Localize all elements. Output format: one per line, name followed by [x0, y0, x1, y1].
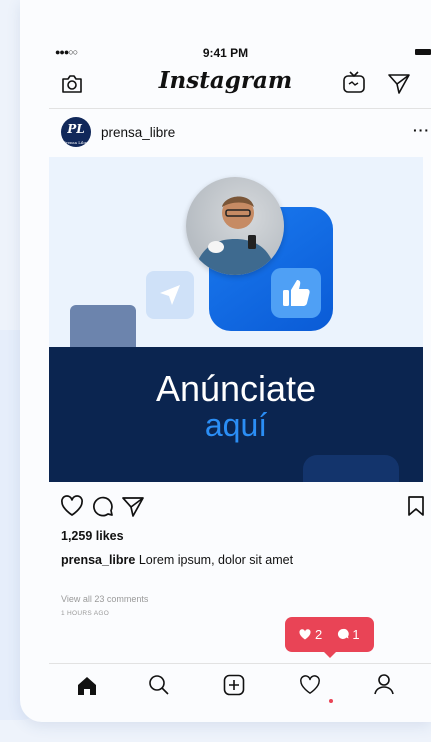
- ad-subline: aquí: [204, 407, 268, 443]
- likes-count[interactable]: 1,259 likes: [61, 529, 124, 543]
- ad-headline: Anúnciate: [155, 368, 317, 409]
- person-photo: [186, 177, 284, 275]
- notification-comments-count: 1: [352, 627, 360, 642]
- comment-icon[interactable]: [91, 495, 115, 522]
- bottom-tab-bar: [49, 664, 431, 704]
- avatar[interactable]: PL Prensa Libre: [61, 117, 91, 147]
- cursor-tile: [146, 271, 194, 319]
- profile-icon[interactable]: [373, 673, 395, 700]
- post-timestamp: 1 HOURS AGO: [61, 610, 110, 617]
- app-logo: Instagram: [158, 67, 293, 94]
- post-actions: [49, 492, 431, 522]
- activity-dot: [329, 699, 333, 703]
- heart-icon: [299, 629, 311, 640]
- add-icon[interactable]: [223, 674, 245, 701]
- direct-icon[interactable]: [387, 71, 411, 100]
- avatar-text: PL: [67, 122, 85, 136]
- like-icon[interactable]: [60, 495, 84, 522]
- status-bar: ●●●○○ 9:41 PM: [20, 42, 431, 60]
- home-icon[interactable]: [76, 676, 98, 701]
- search-icon[interactable]: [148, 674, 170, 701]
- activity-notification[interactable]: 2 1: [285, 617, 374, 658]
- caption-text: Lorem ipsum, dolor sit amet: [138, 553, 294, 567]
- battery-icon: [415, 49, 431, 55]
- caption-username[interactable]: prensa_libre: [61, 553, 135, 567]
- status-time: 9:41 PM: [202, 46, 249, 60]
- post-image[interactable]: Anúnciate aquí: [49, 157, 423, 482]
- header-divider: [49, 108, 431, 109]
- more-options-button[interactable]: ···: [413, 122, 430, 138]
- bookmark-icon[interactable]: [406, 495, 426, 522]
- notification-likes-count: 2: [315, 627, 323, 642]
- avatar-subtext: Prensa Libre: [62, 140, 90, 145]
- post-header: PL Prensa Libre prensa_libre ···: [49, 115, 431, 153]
- post-username[interactable]: prensa_libre: [101, 125, 175, 140]
- share-icon[interactable]: [121, 495, 145, 522]
- activity-icon[interactable]: [299, 675, 321, 700]
- igtv-icon[interactable]: [342, 70, 366, 99]
- thumbs-up-icon: [283, 280, 310, 306]
- cursor-arrow-icon: [160, 285, 180, 305]
- view-comments-link[interactable]: View all 23 comments: [61, 594, 148, 604]
- top-navigation: Instagram: [20, 65, 431, 105]
- like-tile: [271, 268, 321, 318]
- post-caption: prensa_libre Lorem ipsum, dolor sit amet: [61, 553, 293, 567]
- phone-frame: ●●●○○ 9:41 PM Instagram PL Prensa Libre …: [20, 0, 431, 722]
- decor-square: [303, 455, 399, 482]
- comment-bubble-icon: [337, 628, 349, 639]
